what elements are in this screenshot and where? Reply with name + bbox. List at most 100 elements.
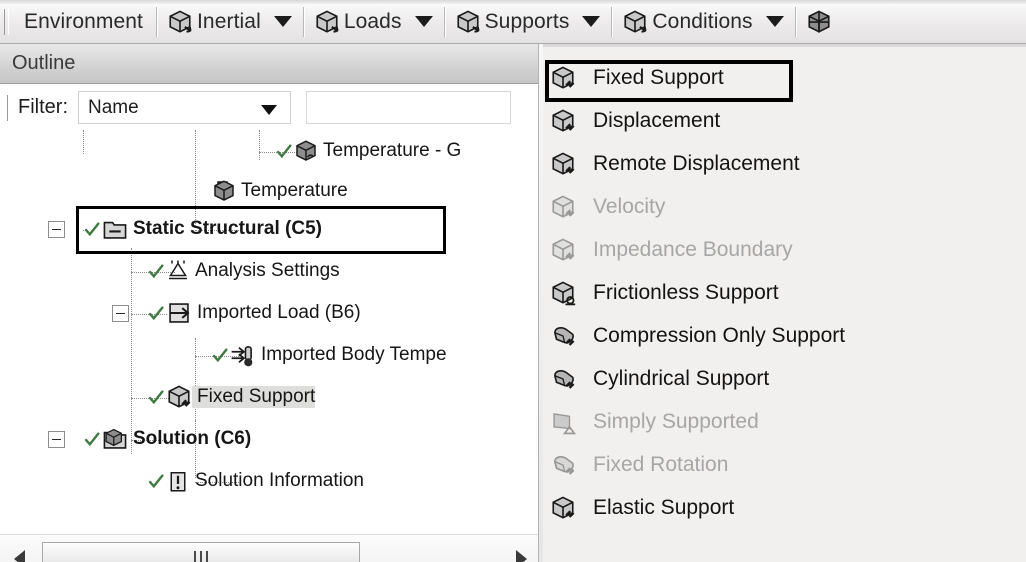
chevron-down-icon — [414, 16, 433, 27]
cylindrical-support-icon — [545, 366, 581, 392]
solution-info-icon — [166, 469, 190, 493]
toolbar-button-supports[interactable]: Supports — [449, 3, 609, 41]
outline-tree: Temperature - G Temperature Static Structu… — [0, 130, 540, 534]
toolbar-button-direct-fe[interactable] — [800, 3, 838, 41]
check-icon — [84, 221, 101, 238]
solution-folder-icon — [102, 426, 128, 452]
filter-bar: Filter: Name — [0, 85, 540, 130]
compression-only-icon — [545, 323, 581, 349]
tree-collapse-toggle[interactable] — [48, 431, 65, 448]
toolbar-separator — [794, 6, 797, 37]
filter-search-input[interactable] — [306, 91, 511, 124]
frictionless-support-icon — [545, 280, 581, 306]
menu-item-label: Cylindrical Support — [593, 367, 770, 390]
fixed-support-icon — [166, 384, 192, 410]
tree-item-temperature-g[interactable]: Temperature - G — [276, 134, 461, 168]
outline-panel: Outline Filter: Name Temperature - G Temp… — [0, 44, 540, 562]
tree-item-solution-information[interactable]: Solution Information — [148, 464, 364, 498]
toolbar-separator — [156, 6, 158, 37]
tree-item-static-structural-c5[interactable]: Static Structural (C5) — [84, 212, 322, 246]
tree-item-label: Imported Load (B6) — [197, 302, 361, 323]
menu-item-fixed-support[interactable]: Fixed Support — [539, 58, 1026, 98]
toolbar-drag-handle[interactable] — [4, 8, 9, 35]
chevron-down-icon — [273, 16, 292, 27]
tree-collapse-toggle[interactable] — [112, 305, 129, 322]
toolbar-separator — [443, 6, 446, 37]
menu-item-label: Compression Only Support — [593, 324, 846, 347]
horizontal-scrollbar[interactable] — [0, 534, 540, 562]
analysis-folder-icon — [102, 216, 128, 242]
tree-item-label: Solution (C6) — [133, 428, 252, 449]
menu-top-edge — [539, 44, 1026, 47]
menu-item-displacement[interactable]: Displacement — [539, 101, 1026, 141]
tree-item-imported-body-tempe[interactable]: Imported Body Tempe — [212, 338, 447, 372]
toolbar-button-conditions[interactable]: Conditions — [616, 3, 791, 41]
toolbar-button-label: Loads — [343, 9, 402, 33]
filter-select[interactable]: Name — [78, 91, 291, 124]
scrollbar-grip — [206, 551, 208, 562]
tree-item-label: Fixed Support — [192, 386, 316, 408]
tree-connector — [83, 130, 85, 154]
menu-item-elastic-support[interactable]: Elastic Support — [539, 488, 1026, 528]
menu-item-cylindrical-support[interactable]: Cylindrical Support — [539, 359, 1026, 399]
tree-item-temperature[interactable]: Temperature — [212, 174, 348, 208]
tree-item-label: Solution Information — [195, 470, 364, 491]
menu-item-label: Displacement — [593, 109, 721, 132]
environment-toolbar: Environment Inertial Loads Supports Conditio… — [0, 0, 1026, 44]
check-icon — [276, 143, 293, 160]
menu-item-label: Impedance Boundary — [593, 238, 793, 261]
menu-item-label: Frictionless Support — [593, 281, 779, 304]
menu-item-fixed-rotation: Fixed Rotation — [539, 445, 1026, 485]
temperature-body-icon — [212, 179, 236, 203]
impedance-boundary-icon — [545, 237, 581, 263]
menu-item-simply-supported: Simply Supported — [539, 402, 1026, 442]
tree-item-fixed-support[interactable]: Fixed Support — [148, 380, 316, 414]
toolbar-button-loads[interactable]: Loads — [308, 3, 441, 41]
menu-item-label: Fixed Support — [593, 66, 724, 89]
menu-item-label: Elastic Support — [593, 496, 735, 519]
fixed-rotation-icon — [545, 452, 581, 478]
analysis-settings-icon — [166, 259, 190, 283]
toolbar-button-label: Supports — [484, 9, 570, 33]
menu-item-compression-only-support[interactable]: Compression Only Support — [539, 316, 1026, 356]
tree-item-label: Analysis Settings — [195, 260, 340, 281]
chevron-down-icon — [582, 16, 601, 27]
scrollbar-grip — [194, 551, 196, 562]
toolbar-button-inertial[interactable]: Inertial — [161, 3, 300, 41]
chevron-down-icon — [765, 16, 784, 27]
tree-item-solution-c6[interactable]: Solution (C6) — [84, 422, 251, 456]
scroll-right-arrow[interactable] — [502, 536, 540, 562]
chevron-down-icon — [261, 105, 277, 115]
filter-drag-handle[interactable] — [7, 94, 12, 121]
tree-collapse-toggle[interactable] — [48, 221, 65, 238]
menu-item-frictionless-support[interactable]: Frictionless Support — [539, 273, 1026, 313]
tree-item-analysis-settings[interactable]: Analysis Settings — [148, 254, 340, 288]
cube-arrow-icon — [167, 9, 193, 35]
menu-item-label: Simply Supported — [593, 410, 759, 433]
velocity-icon — [545, 194, 581, 220]
menu-item-remote-displacement[interactable]: Remote Displacement — [539, 144, 1026, 184]
toolbar-button-environment[interactable]: Environment — [14, 3, 153, 41]
temperature-probe-icon — [294, 139, 318, 163]
check-icon — [148, 263, 165, 280]
scroll-left-arrow[interactable] — [0, 536, 38, 562]
cube-cut-icon — [806, 9, 832, 35]
menu-item-label: Remote Displacement — [593, 152, 800, 175]
toolbar-button-label: Conditions — [652, 9, 753, 33]
outline-header: Outline — [0, 44, 540, 84]
cube-arrow-icon — [622, 9, 648, 35]
supports-dropdown-menu: Fixed Support Displacement Remote Displace… — [538, 44, 1026, 562]
toolbar-button-label: Inertial — [197, 9, 261, 33]
toolbar-separator — [302, 6, 305, 37]
scrollbar-thumb[interactable] — [42, 541, 360, 562]
check-icon — [148, 305, 165, 322]
tree-item-imported-load-b6[interactable]: Imported Load (B6) — [148, 296, 361, 330]
toolbar-button-label: Environment — [24, 9, 143, 33]
fixed-support-icon — [545, 65, 581, 91]
remote-displacement-icon — [545, 151, 581, 177]
menu-item-velocity: Velocity — [539, 187, 1026, 227]
menu-item-label: Fixed Rotation — [593, 453, 729, 476]
scrollbar-track[interactable] — [38, 536, 502, 562]
imported-body-temp-icon — [230, 342, 256, 368]
displacement-icon — [545, 108, 581, 134]
